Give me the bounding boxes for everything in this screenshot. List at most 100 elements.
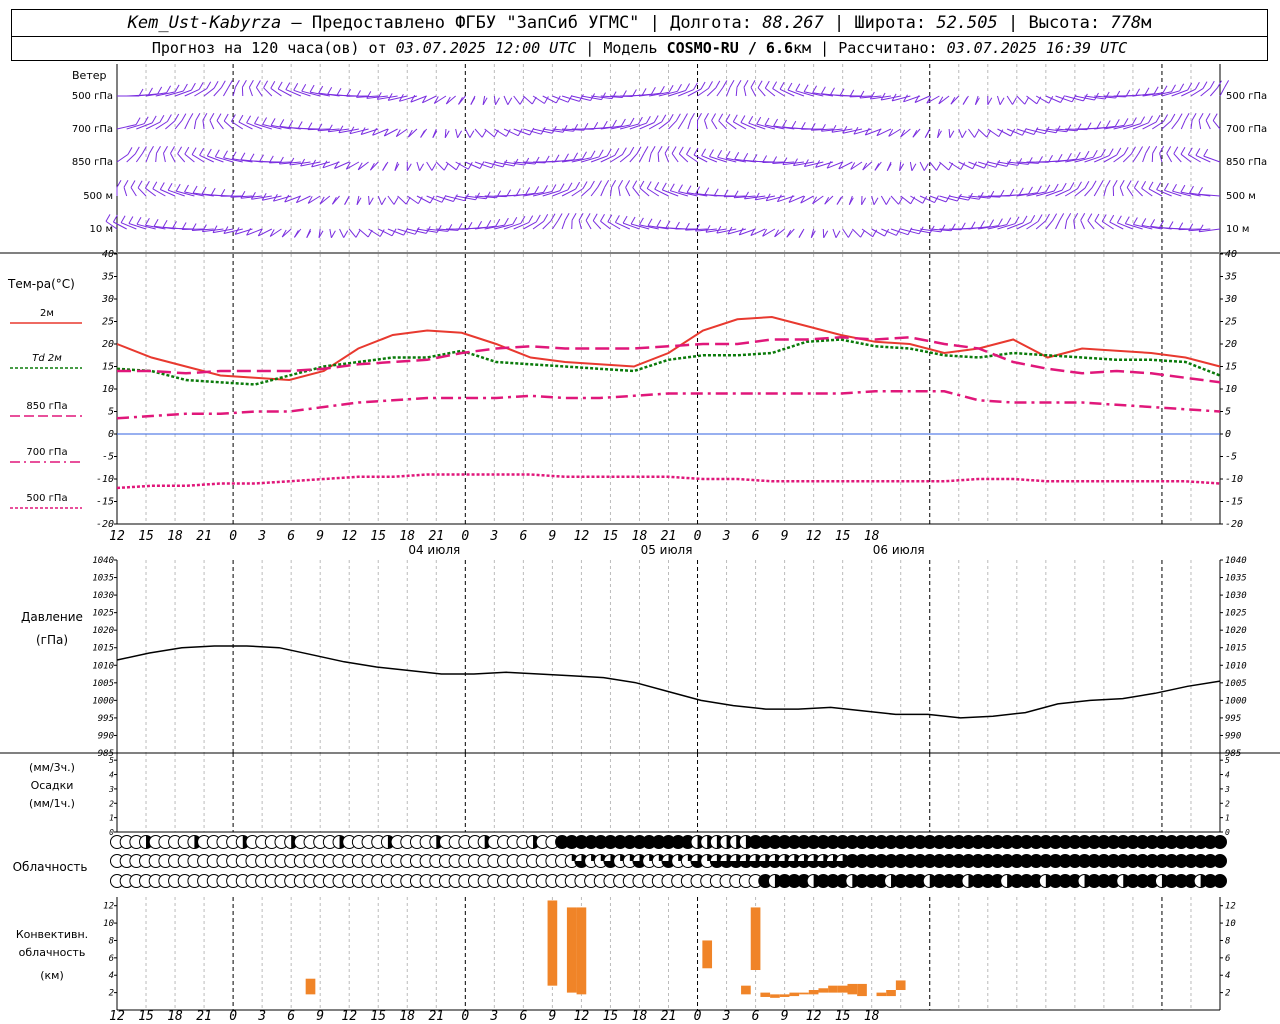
wind-barb-flag (764, 80, 770, 89)
wind-barb-flag (1194, 82, 1200, 90)
pressure-tick-label-left: 1040 (92, 556, 114, 566)
wind-barb-flag (997, 218, 1003, 226)
wind-barb-flag (678, 146, 684, 155)
hour-label-bottom: 0 (229, 1009, 237, 1024)
wind-barb-flag (1006, 217, 1012, 225)
wind-barb-flag (1012, 97, 1017, 105)
wind-barb-flag (650, 87, 656, 95)
temp-tick-label-left: 30 (101, 294, 114, 305)
pressure-tick-label-right: 995 (1225, 714, 1241, 724)
pressure-tick-label-left: 1015 (92, 644, 114, 654)
wind-barb (1190, 88, 1204, 97)
wind-barb-flag (590, 150, 596, 158)
wind-barb-flag (1140, 116, 1146, 124)
wind-barb-flag (543, 185, 548, 193)
wind-level-label-right: 500 гПа (1226, 91, 1267, 102)
wind-barb (832, 228, 837, 238)
wind-barb-flag (366, 91, 372, 99)
wind-barb-flag (368, 197, 374, 206)
wind-barb-flag (743, 79, 749, 88)
hour-label-temp: 15 (835, 529, 851, 544)
wind-barb-flag (1198, 224, 1204, 232)
wind-barb-flag (1203, 148, 1209, 157)
wind-barb (1006, 222, 1024, 230)
wind-barb-flag (216, 113, 222, 121)
wind-barb-flag (1123, 147, 1129, 155)
wind-barb-flag (429, 195, 435, 204)
hour-label-temp: 6 (287, 529, 295, 544)
wind-barb-flag (195, 112, 201, 121)
hour-label-bottom: 21 (428, 1009, 444, 1024)
wind-barb-flag (512, 216, 518, 225)
wind-barb-flag (330, 230, 336, 239)
precip-tick-label-left: 5 (109, 756, 114, 765)
wind-barb (263, 87, 273, 97)
wind-barb (910, 195, 923, 204)
conv-bar (799, 992, 809, 995)
wind-barb (174, 120, 183, 130)
wind-barb (890, 195, 899, 205)
wind-barb-flag (1108, 148, 1114, 156)
wind-barb-flag (1168, 221, 1174, 229)
wind-barb (938, 95, 950, 105)
wind-barb-flag (717, 150, 723, 158)
wind-barb-flag (156, 145, 161, 154)
wind-barb-flag (1084, 180, 1090, 189)
wind-barb-flag (184, 146, 190, 155)
wind-barb-flag (289, 157, 295, 166)
wind-barb (1045, 220, 1053, 230)
wind-barb (610, 154, 623, 163)
wind-barb-flag (148, 87, 153, 96)
wind-barb (1087, 220, 1095, 230)
wind-barb (358, 228, 369, 238)
wind-barb-flag (1057, 153, 1063, 162)
wind-barb-flag (1053, 183, 1059, 192)
hour-label-temp: 3 (489, 529, 498, 544)
wind-barb-flag (130, 180, 136, 188)
temp-tick-label-right: 35 (1224, 272, 1237, 283)
wind-barb (662, 189, 679, 197)
wind-barb-flag (1171, 84, 1176, 92)
temp-tick-label-right: -20 (1225, 519, 1243, 530)
wind-barb (677, 89, 694, 97)
wind-barb-flag (393, 197, 399, 205)
wind-barb-flag (190, 82, 196, 91)
wind-barb (1198, 120, 1202, 130)
wind-barb-flag (525, 187, 531, 195)
wind-barb-flag (835, 230, 841, 238)
wind-barb-flag (431, 163, 437, 171)
temp-tick-label-left: -10 (96, 474, 114, 485)
wind-barb-flag (246, 115, 252, 124)
wind-barb-flag (940, 224, 946, 233)
wind-barb (170, 153, 176, 163)
wind-barb-flag (240, 191, 246, 199)
temp-tick-label-left: 40 (102, 249, 114, 260)
wind-barb (629, 153, 638, 163)
wind-barb-flag (1109, 214, 1115, 223)
precip-tick-label-left: 3 (108, 785, 114, 794)
wind-barb-flag (1092, 149, 1098, 158)
hour-label-bottom: 9 (548, 1009, 556, 1024)
pressure-tick-label-right: 1020 (1225, 626, 1247, 636)
wind-barb (1142, 153, 1147, 163)
hour-label-bottom: 6 (287, 1009, 295, 1024)
wind-barb-flag (1073, 212, 1079, 221)
wind-barb (319, 195, 331, 205)
precip-tick-label-right: 2 (1225, 799, 1230, 808)
wind-barb (851, 228, 861, 238)
wind-barb-flag (1133, 180, 1139, 189)
wind-barb-flag (873, 197, 879, 206)
wind-barb-flag (1124, 216, 1130, 224)
wind-barb-flag (1191, 112, 1197, 121)
wind-barb-flag (1059, 213, 1065, 221)
wind-barb-flag (803, 84, 809, 92)
precip-panel-title: Осадки (31, 779, 74, 792)
wind-barb (657, 153, 660, 163)
hour-label-temp: 15 (370, 529, 386, 544)
wind-barb-flag (327, 86, 333, 95)
temperature-series (116, 315, 1221, 490)
wind-barb-flag (614, 215, 620, 223)
conv-tick-label-left: 2 (109, 989, 114, 999)
wind-barb-flag (773, 118, 779, 127)
wind-barb-flag (1022, 215, 1028, 224)
